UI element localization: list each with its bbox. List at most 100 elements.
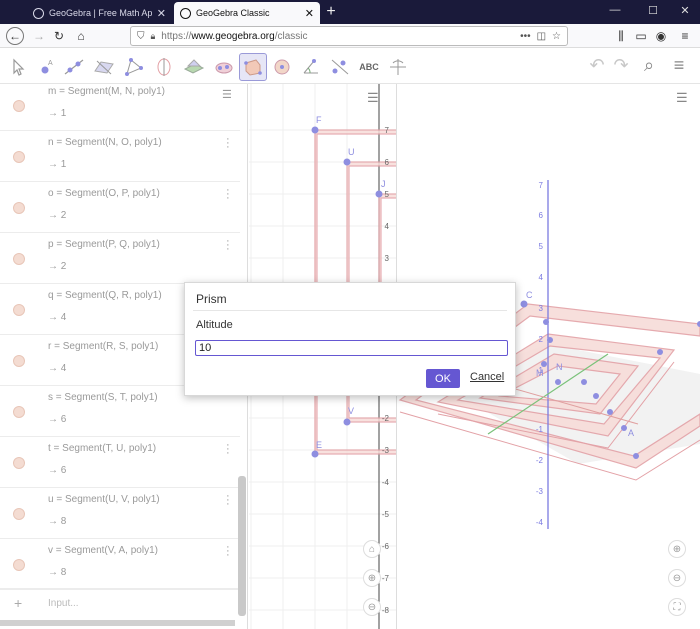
point-3d[interactable] [543, 319, 549, 325]
account-icon[interactable]: ◉ [652, 27, 670, 45]
list-item[interactable]: p = Segment(P, Q, poly1) → 2 · · · [0, 233, 240, 284]
lock-icon[interactable]: 🔒︎ [151, 31, 156, 42]
visibility-toggle-icon[interactable] [13, 406, 25, 418]
angle-tool-icon[interactable] [297, 53, 325, 81]
more-options-icon[interactable]: ··· [226, 185, 230, 204]
main-menu-icon[interactable]: ≡ [666, 55, 692, 76]
point-u[interactable] [343, 158, 351, 166]
reflect-tool-icon[interactable] [326, 53, 354, 81]
list-item[interactable]: v = Segment(V, A, poly1) → 8 · · · [0, 539, 240, 590]
library-icon[interactable]: ⫼ [612, 27, 630, 45]
tab-close-icon[interactable]: ✕ [157, 7, 166, 20]
prism-tool-icon[interactable] [239, 53, 267, 81]
app-menu-icon[interactable]: ≡ [676, 27, 694, 45]
definition-text[interactable]: t = Segment(T, U, poly1) [48, 443, 156, 454]
point-c[interactable] [520, 300, 528, 308]
circle-axis-tool-icon[interactable] [150, 53, 178, 81]
polygon-tool-icon[interactable] [120, 53, 148, 81]
altitude-input[interactable] [195, 340, 508, 356]
list-item[interactable]: u = Segment(U, V, poly1) → 8 · · · [0, 488, 240, 539]
tab-close-icon[interactable]: ✕ [305, 7, 314, 20]
home-view-icon[interactable]: ⌂ [363, 540, 381, 558]
definition-text[interactable]: v = Segment(V, A, poly1) [48, 545, 158, 556]
url-bar[interactable]: ⛉ 🔒︎ https://www.geogebra.org/classic ••… [130, 26, 568, 46]
point-tool-icon[interactable]: A [32, 53, 60, 81]
algebra-scrollbar[interactable] [238, 476, 246, 616]
definition-text[interactable]: s = Segment(S, T, poly1) [48, 392, 158, 403]
point-3d[interactable] [581, 379, 587, 385]
minimize-button[interactable]: — [600, 4, 630, 16]
definition-text[interactable]: q = Segment(Q, R, poly1) [48, 290, 162, 301]
cancel-button[interactable]: Cancel [470, 371, 504, 383]
net-tool-icon[interactable] [210, 53, 238, 81]
definition-text[interactable]: n = Segment(N, O, poly1) [48, 137, 162, 148]
point-v[interactable] [343, 418, 351, 426]
more-options-icon[interactable]: ··· [226, 440, 230, 459]
more-options-icon[interactable]: ··· [226, 236, 230, 255]
sphere-tool-icon[interactable] [268, 53, 296, 81]
intersect-surfaces-tool-icon[interactable] [180, 53, 208, 81]
algebra-input-field[interactable]: Input... [48, 598, 79, 609]
visibility-toggle-icon[interactable] [13, 151, 25, 163]
definition-text[interactable]: p = Segment(P, Q, poly1) [48, 239, 160, 250]
list-item[interactable]: t = Segment(T, U, poly1) → 6 · · · [0, 437, 240, 488]
visibility-toggle-icon[interactable] [13, 508, 25, 520]
point-3d[interactable] [607, 409, 613, 415]
tab-geogebra-classic[interactable]: GeoGebra Classic ✕ [174, 2, 320, 24]
add-item-icon[interactable]: + [14, 595, 22, 611]
visibility-toggle-icon[interactable] [13, 304, 25, 316]
pocket-icon[interactable]: ◫ [537, 31, 546, 42]
definition-text[interactable]: r = Segment(R, S, poly1) [48, 341, 158, 352]
algebra-sort-icon[interactable]: ☰ [222, 88, 232, 101]
point-f[interactable] [311, 126, 319, 134]
definition-text[interactable]: o = Segment(O, P, poly1) [48, 188, 160, 199]
move-tool-icon[interactable] [4, 53, 32, 81]
reload-button[interactable]: ↻ [50, 27, 68, 45]
point-3d[interactable] [657, 349, 663, 355]
definition-text[interactable]: u = Segment(U, V, poly1) [48, 494, 160, 505]
visibility-toggle-icon[interactable] [13, 559, 25, 571]
more-options-icon[interactable]: ··· [226, 542, 230, 561]
fullscreen-icon[interactable]: ⛶ [668, 598, 686, 616]
page-actions-icon[interactable]: ••• [520, 31, 531, 42]
point-3d[interactable] [633, 453, 639, 459]
zoom-in-icon[interactable]: ⊕ [363, 569, 381, 587]
zoom-in-3d-icon[interactable]: ⊕ [668, 540, 686, 558]
point-j[interactable] [375, 190, 383, 198]
back-button[interactable]: ← [6, 27, 24, 45]
tab-geogebra-apps[interactable]: GeoGebra | Free Math Apps - u ✕ [27, 2, 172, 24]
more-options-icon[interactable]: ··· [226, 134, 230, 153]
more-options-icon[interactable]: ··· [226, 491, 230, 510]
point-m[interactable] [555, 379, 561, 385]
maximize-button[interactable]: ☐ [638, 4, 668, 17]
graphics-style-bar-icon[interactable]: ☰ [367, 90, 379, 106]
close-window-button[interactable]: ✕ [670, 4, 700, 17]
point-3d[interactable] [593, 393, 599, 399]
home-button[interactable]: ⌂ [72, 27, 90, 45]
url-text[interactable]: https://www.geogebra.org/classic [161, 31, 514, 42]
shield-icon[interactable]: ⛉ [137, 31, 145, 42]
algebra-horizontal-scrollbar[interactable] [0, 620, 235, 626]
new-tab-button[interactable]: + [322, 3, 340, 21]
zoom-out-3d-icon[interactable]: ⊖ [668, 569, 686, 587]
graphics-3d-style-bar-icon[interactable]: ☰ [676, 90, 688, 106]
visibility-toggle-icon[interactable] [13, 355, 25, 367]
definition-text[interactable]: m = Segment(M, N, poly1) [48, 86, 165, 97]
search-icon[interactable]: ⌕ [636, 55, 662, 76]
sidebar-icon[interactable]: ▭ [632, 27, 650, 45]
point-a[interactable] [621, 425, 627, 431]
text-tool-icon[interactable]: ABC [355, 53, 383, 81]
bookmark-star-icon[interactable]: ☆ [552, 31, 561, 42]
algebra-input-row[interactable]: + Input... [0, 588, 240, 616]
visibility-toggle-icon[interactable] [13, 253, 25, 265]
visibility-toggle-icon[interactable] [13, 202, 25, 214]
forward-button[interactable]: → [30, 27, 48, 45]
line-tool-icon[interactable] [60, 53, 88, 81]
redo-icon[interactable]: ↷ [608, 55, 634, 76]
list-item[interactable]: o = Segment(O, P, poly1) → 2 · · · [0, 182, 240, 233]
list-item[interactable]: n = Segment(N, O, poly1) → 1 · · · [0, 131, 240, 182]
rotate-view-tool-icon[interactable] [384, 53, 412, 81]
list-item[interactable]: m = Segment(M, N, poly1) → 1 [0, 84, 240, 131]
zoom-out-icon[interactable]: ⊖ [363, 598, 381, 616]
plane-tool-icon[interactable] [90, 53, 118, 81]
